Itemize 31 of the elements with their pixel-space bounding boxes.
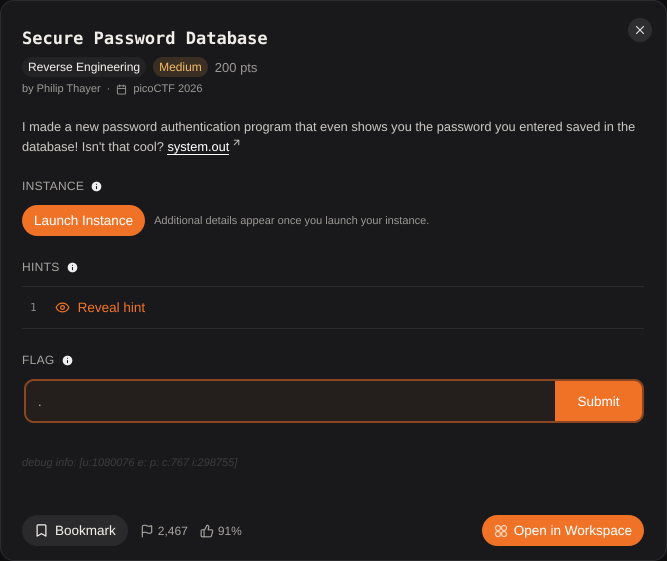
- close-button[interactable]: [628, 18, 652, 42]
- reveal-hint-button[interactable]: Reveal hint: [54, 300, 146, 315]
- instance-note: Additional details appear once you launch your instance.: [154, 214, 430, 226]
- difficulty-tag: Medium: [153, 57, 208, 77]
- points: 200 pts: [214, 60, 258, 74]
- description: I made a new password authentication program that even shows you the password you entered saved in the database! Isn't that cool? system.out: [22, 118, 636, 157]
- close-icon: [633, 23, 647, 37]
- author: by Philip Thayer: [22, 83, 101, 95]
- external-link-icon: [231, 137, 242, 148]
- category-tag: Reverse Engineering: [22, 57, 146, 77]
- attachment-link[interactable]: system.out: [167, 139, 230, 155]
- eye-icon: [54, 300, 70, 315]
- info-icon[interactable]: [60, 354, 74, 366]
- like-percentage: 91%: [218, 524, 242, 538]
- thumbs-up-icon: [200, 524, 214, 538]
- section-heading: FLAG: [22, 353, 55, 367]
- separator: ·: [106, 83, 110, 95]
- calendar-icon: [116, 84, 128, 94]
- section-heading: HINTS: [22, 260, 60, 274]
- section-heading: INSTANCE: [22, 179, 84, 193]
- flag-field[interactable]: . Submit: [24, 379, 644, 423]
- dialog-title: Secure Password Database: [22, 29, 269, 49]
- bookmark-button[interactable]: Bookmark: [22, 515, 128, 546]
- grid-icon: [494, 524, 508, 538]
- info-icon[interactable]: [66, 260, 78, 274]
- solve-count: 2,467: [158, 524, 188, 538]
- info-icon[interactable]: [90, 180, 104, 192]
- hint-number: 1: [30, 301, 37, 314]
- flag-icon: [140, 524, 154, 538]
- bookmark-icon: [34, 523, 49, 538]
- event-name: picoCTF 2026: [133, 83, 202, 95]
